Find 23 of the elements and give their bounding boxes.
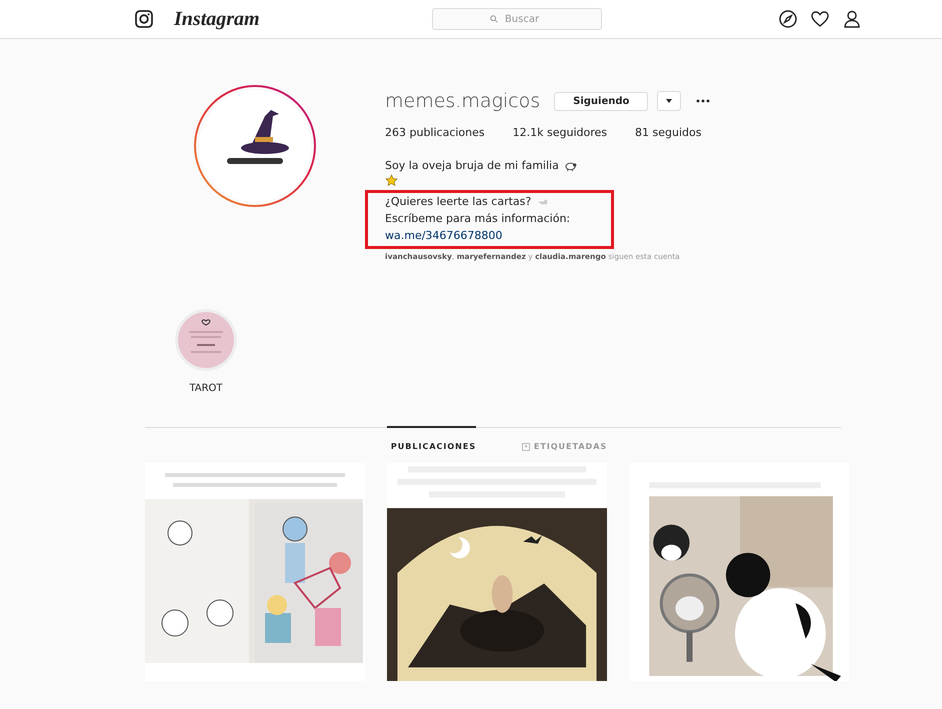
brand-wordmark[interactable]: Instagram xyxy=(174,8,374,30)
tab[interactable]: PUBLICACIONES xyxy=(387,426,476,451)
stat-count[interactable]: 12.1k seguidores xyxy=(512,126,607,139)
more-options-icon[interactable] xyxy=(695,98,712,104)
bio-text: Escríbeme para más información: xyxy=(385,211,570,227)
caret-icon xyxy=(666,99,672,103)
compass-icon[interactable] xyxy=(778,9,798,29)
stat-count[interactable]: 81 seguidos xyxy=(635,126,702,139)
following-button[interactable]: Siguiendo xyxy=(554,92,648,110)
tag-icon xyxy=(522,442,530,450)
stat-count[interactable]: 263 publicaciones xyxy=(385,126,485,139)
highlight-title[interactable]: TAROT xyxy=(189,383,223,394)
heart-icon[interactable] xyxy=(810,9,830,29)
bio-text: Soy la oveja bruja de mi familia xyxy=(385,158,559,174)
profile-icon[interactable] xyxy=(842,9,862,29)
dropdown-button[interactable] xyxy=(657,91,682,111)
search-icon xyxy=(490,15,498,23)
bio-text: ¿Quieres leerte las cartas? xyxy=(385,194,532,210)
camera-logo-icon[interactable] xyxy=(134,9,154,29)
search-field[interactable]: Buscar xyxy=(432,8,602,30)
website-link[interactable]: wa.me/34676678800 xyxy=(385,227,502,244)
star-icon xyxy=(385,174,398,187)
username: memes.magicos xyxy=(385,90,540,112)
